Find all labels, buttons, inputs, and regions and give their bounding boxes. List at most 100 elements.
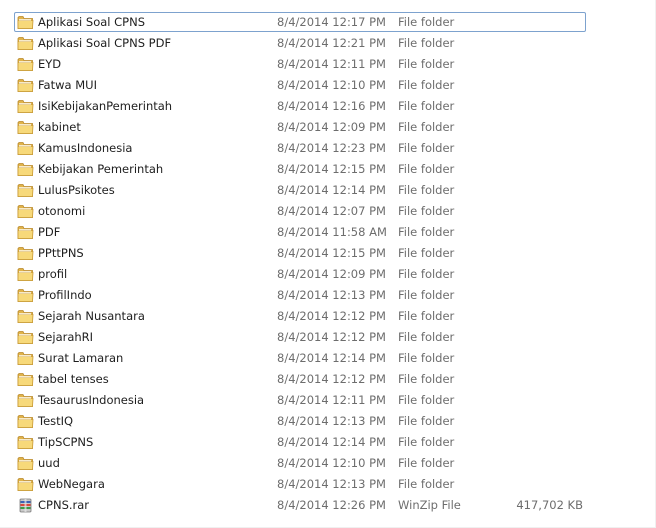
file-type: File folder	[398, 435, 455, 449]
file-name: ProfilIndo	[38, 288, 92, 302]
file-row-isikebijakanpemerintah[interactable]: IsiKebijakanPemerintah 8/4/2014 12:16 PM F…	[14, 96, 586, 116]
folder-icon	[17, 288, 34, 303]
file-type: File folder	[398, 162, 455, 176]
file-name: PDF	[38, 225, 61, 239]
date-modified: 8/4/2014 12:12 PM	[277, 330, 386, 344]
file-row-sejarah-nusantara[interactable]: Sejarah Nusantara 8/4/2014 12:12 PM File f…	[14, 306, 586, 326]
file-type: File folder	[398, 456, 455, 470]
file-name: SejarahRI	[38, 330, 94, 344]
folder-icon	[17, 36, 34, 51]
date-modified: 8/4/2014 12:15 PM	[277, 246, 386, 260]
file-name: PPttPNS	[38, 246, 84, 260]
file-type: File folder	[398, 288, 455, 302]
file-row-surat-lamaran[interactable]: Surat Lamaran 8/4/2014 12:14 PM File folde…	[14, 348, 586, 368]
file-row-kamusindonesia[interactable]: KamusIndonesia 8/4/2014 12:23 PM File fold…	[14, 138, 586, 158]
file-name: KamusIndonesia	[38, 141, 133, 155]
file-row-profil[interactable]: profil 8/4/2014 12:09 PM File folder	[14, 264, 586, 284]
date-modified: 8/4/2014 12:21 PM	[277, 36, 386, 50]
file-name: TipSCPNS	[38, 435, 94, 449]
folder-icon	[17, 183, 34, 198]
file-type: WinZip File	[398, 498, 461, 512]
file-row-kebijakan-pemerintah[interactable]: Kebijakan Pemerintah 8/4/2014 12:15 PM Fil…	[14, 159, 586, 179]
file-row-otonomi[interactable]: otonomi 8/4/2014 12:07 PM File folder	[14, 201, 586, 221]
file-type: File folder	[398, 393, 455, 407]
file-row-sejarahri[interactable]: SejarahRI 8/4/2014 12:12 PM File folder	[14, 327, 586, 347]
folder-icon	[17, 204, 34, 219]
date-modified: 8/4/2014 12:09 PM	[277, 120, 386, 134]
folder-icon	[17, 351, 34, 366]
file-name: tabel tenses	[38, 372, 109, 386]
file-row-aplikasi-soal-cpns[interactable]: Aplikasi Soal CPNS 8/4/2014 12:17 PM File …	[14, 12, 586, 32]
file-type: File folder	[398, 99, 455, 113]
file-row-tabel-tenses[interactable]: tabel tenses 8/4/2014 12:12 PM File folder	[14, 369, 586, 389]
date-modified: 8/4/2014 12:11 PM	[277, 57, 386, 71]
file-name: uud	[38, 456, 60, 470]
file-row-luluspsikotes[interactable]: LulusPsikotes 8/4/2014 12:14 PM File folde…	[14, 180, 586, 200]
file-type: File folder	[398, 120, 455, 134]
date-modified: 8/4/2014 12:15 PM	[277, 162, 386, 176]
folder-icon	[17, 435, 34, 450]
folder-icon	[17, 120, 34, 135]
date-modified: 8/4/2014 12:13 PM	[277, 414, 386, 428]
file-name: EYD	[38, 57, 62, 71]
file-type: File folder	[398, 414, 455, 428]
file-list: Aplikasi Soal CPNS 8/4/2014 12:17 PM File …	[0, 0, 656, 528]
file-row-cpns-rar[interactable]: CPNS.rar 8/4/2014 12:26 PM WinZip File 417,…	[14, 495, 586, 515]
file-name: LulusPsikotes	[38, 183, 115, 197]
folder-icon	[17, 393, 34, 408]
folder-icon	[17, 246, 34, 261]
file-type: File folder	[398, 57, 455, 71]
folder-icon	[17, 225, 34, 240]
folder-icon	[17, 57, 34, 72]
folder-icon	[17, 372, 34, 387]
folder-icon	[17, 330, 34, 345]
file-row-tipscpns[interactable]: TipSCPNS 8/4/2014 12:14 PM File folder	[14, 432, 586, 452]
file-name: Surat Lamaran	[38, 351, 124, 365]
date-modified: 8/4/2014 11:58 AM	[277, 225, 387, 239]
folder-icon	[17, 78, 34, 93]
file-type: File folder	[398, 477, 455, 491]
file-type: File folder	[398, 267, 455, 281]
file-row-tesaurusindonesia[interactable]: TesaurusIndonesia 8/4/2014 12:11 PM File f…	[14, 390, 586, 410]
file-name: Sejarah Nusantara	[38, 309, 145, 323]
folder-icon	[17, 456, 34, 471]
folder-icon	[17, 15, 34, 30]
file-type: File folder	[398, 36, 455, 50]
folder-icon	[17, 162, 34, 177]
folder-icon	[17, 477, 34, 492]
date-modified: 8/4/2014 12:14 PM	[277, 435, 386, 449]
file-name: Aplikasi Soal CPNS	[38, 15, 146, 29]
date-modified: 8/4/2014 12:14 PM	[277, 351, 386, 365]
file-type: File folder	[398, 204, 455, 218]
date-modified: 8/4/2014 12:17 PM	[277, 15, 386, 29]
date-modified: 8/4/2014 12:13 PM	[277, 477, 386, 491]
date-modified: 8/4/2014 12:07 PM	[277, 204, 386, 218]
file-row-ppttpns[interactable]: PPttPNS 8/4/2014 12:15 PM File folder	[14, 243, 586, 263]
file-row-aplikasi-soal-cpns-pdf[interactable]: Aplikasi Soal CPNS PDF 8/4/2014 12:21 PM F…	[14, 33, 586, 53]
date-modified: 8/4/2014 12:10 PM	[277, 78, 386, 92]
date-modified: 8/4/2014 12:26 PM	[277, 498, 386, 512]
file-row-webnegara[interactable]: WebNegara 8/4/2014 12:13 PM File folder	[14, 474, 586, 494]
file-row-uud[interactable]: uud 8/4/2014 12:10 PM File folder	[14, 453, 586, 473]
file-name: Aplikasi Soal CPNS PDF	[38, 36, 172, 50]
file-row-eyd[interactable]: EYD 8/4/2014 12:11 PM File folder	[14, 54, 586, 74]
folder-icon	[17, 309, 34, 324]
folder-icon	[17, 267, 34, 282]
file-row-pdf[interactable]: PDF 8/4/2014 11:58 AM File folder	[14, 222, 586, 242]
date-modified: 8/4/2014 12:12 PM	[277, 372, 386, 386]
file-name: Kebijakan Pemerintah	[38, 162, 164, 176]
file-row-profilindo[interactable]: ProfilIndo 8/4/2014 12:13 PM File folder	[14, 285, 586, 305]
date-modified: 8/4/2014 12:13 PM	[277, 288, 386, 302]
file-row-fatwa-mui[interactable]: Fatwa MUI 8/4/2014 12:10 PM File folder	[14, 75, 586, 95]
date-modified: 8/4/2014 12:09 PM	[277, 267, 386, 281]
file-row-testiq[interactable]: TestIQ 8/4/2014 12:13 PM File folder	[14, 411, 586, 431]
date-modified: 8/4/2014 12:12 PM	[277, 309, 386, 323]
winzip-archive-icon	[17, 498, 34, 513]
file-type: File folder	[398, 351, 455, 365]
date-modified: 8/4/2014 12:11 PM	[277, 393, 386, 407]
date-modified: 8/4/2014 12:14 PM	[277, 183, 386, 197]
file-row-kabinet[interactable]: kabinet 8/4/2014 12:09 PM File folder	[14, 117, 586, 137]
file-name: Fatwa MUI	[38, 78, 97, 92]
file-type: File folder	[398, 309, 455, 323]
file-name: TestIQ	[38, 414, 74, 428]
